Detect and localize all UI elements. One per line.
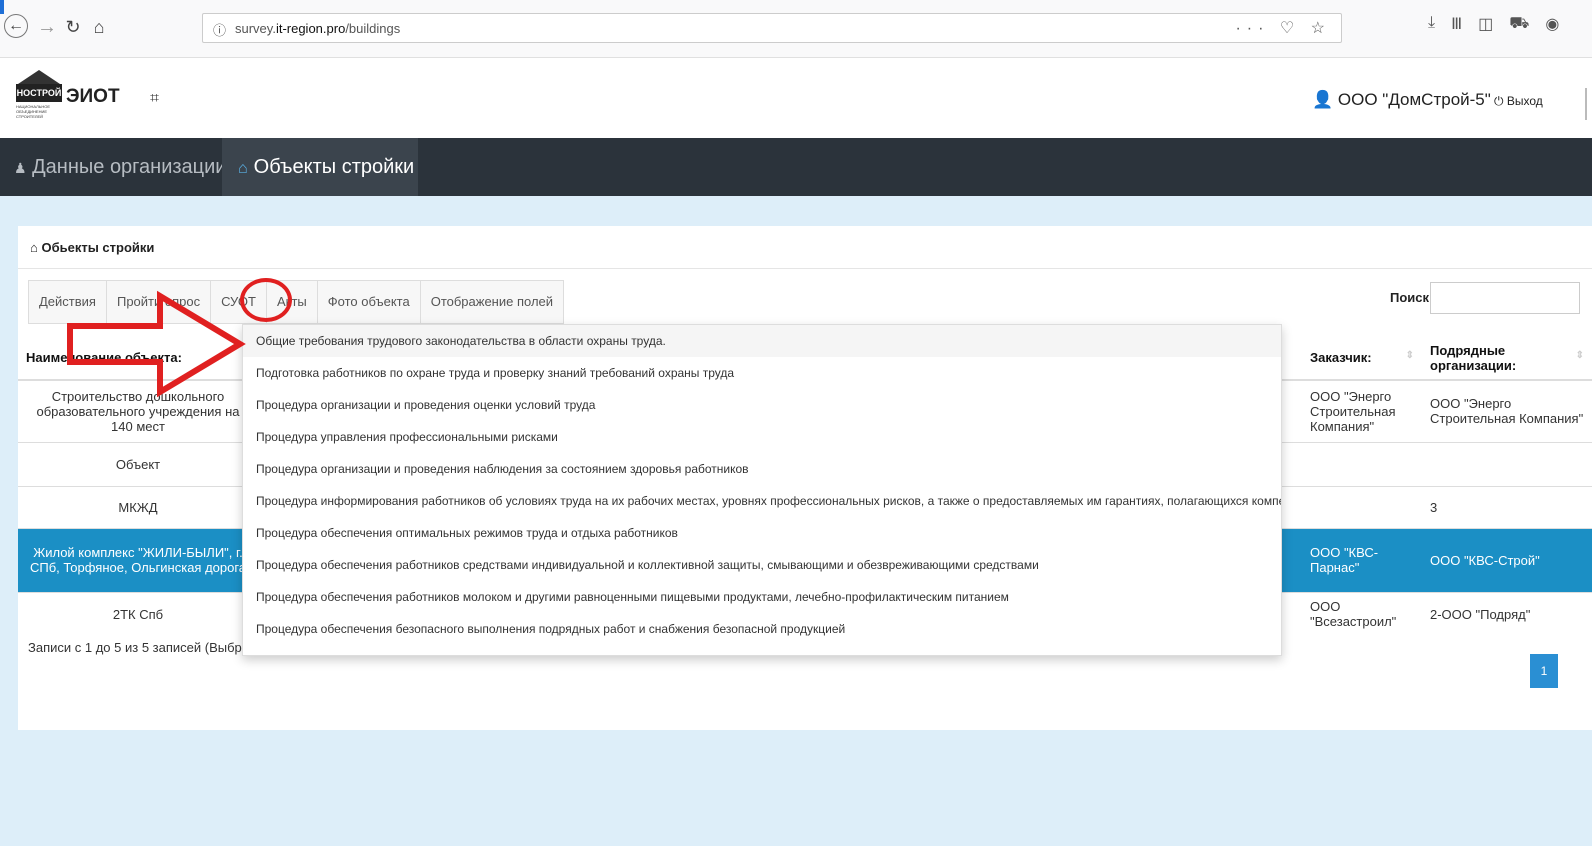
annotation-arrow — [67, 290, 246, 398]
logout-button[interactable]: ⏻ Выход — [1494, 94, 1543, 109]
logo-roof — [18, 70, 60, 84]
home-icon: ⌂ — [238, 160, 248, 177]
cell-customer — [1302, 485, 1422, 528]
app-name[interactable]: ЭИОТ — [66, 86, 120, 108]
nav-org-data-label: Данные организации — [32, 156, 227, 178]
nav-objects-label: Объекты стройки — [253, 156, 415, 178]
col-header-contractors[interactable]: Подрядные организации: ⇕ — [1422, 336, 1592, 381]
browser-toolbar-icons: ⤓ Ⅲ ◫ ⛟ ◉ — [1428, 14, 1559, 34]
cell-name: Объект — [18, 441, 258, 486]
corner-mark — [0, 0, 4, 14]
cell-contractor: 2-ООО "Подряд" — [1422, 591, 1592, 636]
cell-name: 2ТК Спб — [18, 591, 258, 636]
extension-icon[interactable]: ◉ — [1545, 14, 1559, 34]
dropdown-item[interactable]: Процедура организации и проведения оценк… — [243, 389, 1281, 421]
sidebar-icon[interactable]: ◫ — [1478, 14, 1493, 34]
user-icon: 👤 — [1312, 90, 1334, 109]
dropdown-item[interactable]: Процедура обеспечения безопасного выполн… — [243, 613, 1281, 645]
cell-customer: ООО "КВС-Парнас" — [1302, 527, 1422, 592]
app-header: НОСТРОЙ НАЦИОНАЛЬНОЕ ОБЪЕДИНЕНИЕ СТРОИТЕ… — [0, 58, 1592, 138]
acts-dropdown-menu: Общие требования трудового законодательс… — [242, 324, 1282, 656]
cart-icon[interactable]: ⛟ — [1509, 14, 1529, 34]
field-display-button[interactable]: Отображение полей — [420, 281, 564, 323]
panel-title-text: Обьекты стройки — [41, 240, 155, 255]
sort-icon[interactable]: ⇕ — [1576, 350, 1584, 361]
main-nav: ♟ Данные организации ⌂ Объекты стройки — [0, 138, 1592, 196]
header-divider — [1585, 88, 1587, 120]
logout-label: Выход — [1506, 94, 1543, 108]
user-icon: ♟ — [14, 160, 27, 176]
page-actions-icon[interactable]: ··· ♡ ☆ — [1235, 18, 1331, 38]
pagination-page-button[interactable]: 1 — [1530, 654, 1558, 688]
library-icon[interactable]: Ⅲ — [1451, 14, 1462, 34]
cell-customer: ООО "Всезастроил" — [1302, 591, 1422, 636]
col-header-customer-label: Заказчик: — [1310, 350, 1372, 365]
cell-contractor: ООО "КВС-Строй" — [1422, 527, 1592, 592]
logo-text: НОСТРОЙ — [16, 84, 62, 102]
home-icon[interactable]: ⌂ — [86, 14, 112, 40]
logo-caption: НАЦИОНАЛЬНОЕ ОБЪЕДИНЕНИЕ СТРОИТЕЛЕЙ — [16, 104, 51, 119]
cell-name: МКЖД — [18, 485, 258, 528]
col-header-contractors-label: Подрядные организации: — [1430, 342, 1517, 373]
nav-org-data[interactable]: ♟ Данные организации — [14, 138, 226, 196]
user-org[interactable]: 👤 ООО "ДомСтрой-5" — [1312, 90, 1491, 110]
dropdown-item[interactable]: Процедура обеспечения работников средств… — [243, 549, 1281, 581]
dropdown-item[interactable]: Подготовка работников по охране труда и … — [243, 357, 1281, 389]
sort-icon[interactable]: ⇕ — [1406, 350, 1414, 361]
cell-contractor: 3 — [1422, 485, 1592, 528]
power-icon: ⏻ — [1494, 94, 1504, 108]
download-icon[interactable]: ⤓ — [1428, 14, 1435, 34]
cell-customer: ООО "Энерго Строительная Компания" — [1302, 379, 1422, 442]
org-name: ООО "ДомСтрой-5" — [1337, 90, 1491, 109]
browser-toolbar: ← → ↻ ⌂ ⓘ survey.it-region.pro/buildings… — [0, 0, 1592, 58]
dropdown-item[interactable]: Процедура обеспечения оптимальных режимо… — [243, 517, 1281, 549]
records-info: Записи с 1 до 5 из 5 записей (Выбрана — [28, 640, 264, 655]
dropdown-item[interactable]: Процедура информирования работников об у… — [243, 485, 1281, 517]
cell-contractor — [1422, 441, 1592, 486]
cell-customer — [1302, 441, 1422, 486]
home-icon: ⌂ — [30, 240, 38, 255]
nav-objects[interactable]: ⌂ Объекты стройки — [222, 138, 418, 196]
search-input[interactable] — [1430, 282, 1580, 314]
url-text: survey.it-region.pro/buildings — [235, 21, 401, 36]
dropdown-item[interactable]: Процедура обеспечения работников молоком… — [243, 581, 1281, 613]
object-photo-button[interactable]: Фото объекта — [317, 281, 421, 323]
search-label: Поиск: — [1390, 290, 1434, 305]
dropdown-item[interactable]: Общие требования трудового законодательс… — [243, 325, 1281, 357]
cell-name: Жилой комплекс "ЖИЛИ-БЫЛИ", г. СПб, Торф… — [18, 527, 258, 592]
forward-arrow-icon[interactable]: → — [34, 14, 60, 40]
back-arrow-icon[interactable]: ← — [4, 14, 28, 38]
nostroy-logo[interactable]: НОСТРОЙ НАЦИОНАЛЬНОЕ ОБЪЕДИНЕНИЕ СТРОИТЕ… — [16, 70, 62, 126]
cell-contractor: ООО "Энерго Строительная Компания" — [1422, 379, 1592, 442]
url-bar[interactable]: ⓘ survey.it-region.pro/buildings ··· ♡ ☆ — [202, 13, 1342, 43]
panel-title: ⌂ Обьекты стройки — [30, 240, 154, 255]
divider — [18, 268, 1592, 269]
reload-icon[interactable]: ↻ — [60, 14, 86, 40]
fullscreen-toggle-icon[interactable]: ⌗ — [150, 90, 159, 108]
dropdown-item[interactable]: Процедура управления профессиональными р… — [243, 421, 1281, 453]
col-header-customer[interactable]: Заказчик: ⇕ — [1302, 336, 1422, 381]
info-icon[interactable]: ⓘ — [213, 20, 226, 39]
dropdown-item[interactable]: Процедура организации и проведения наблю… — [243, 453, 1281, 485]
